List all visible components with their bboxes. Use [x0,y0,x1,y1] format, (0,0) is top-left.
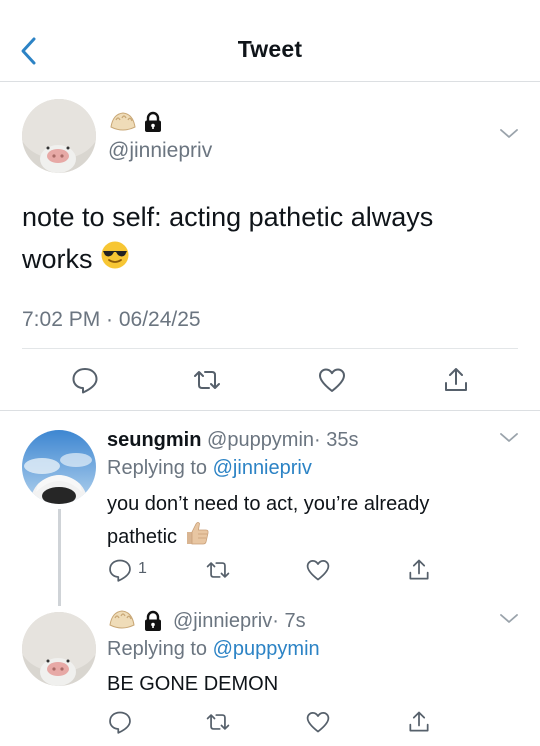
tweet-text-line: works [22,238,522,282]
thumbs-up-emoji-icon [183,519,211,556]
like-icon[interactable] [317,365,347,395]
reply-time: · 7s [272,610,306,632]
user-handle[interactable]: @jinniepriv [108,139,212,163]
replying-to-link[interactable]: @puppymin [213,638,320,660]
retweet-icon[interactable] [205,709,235,735]
header-divider [0,81,540,82]
like-icon[interactable] [305,557,335,583]
reply-count: 1 [138,560,147,577]
replying-to: Replying to @jinniepriv [107,457,312,480]
tweet-timestamp: 7:02 PM · 06/24/25 [22,308,201,331]
reply-button[interactable]: 1 [107,557,157,583]
dumpling-emoji-icon [109,110,137,134]
retweet-icon[interactable] [205,557,235,583]
reply-text: BE GONE DEMON [107,673,279,695]
lock-icon [143,111,163,133]
replying-to-label: Replying to [107,638,208,660]
replying-to: Replying to @puppymin [107,638,320,661]
reply-text-word: pathetic [107,525,178,548]
reply-icon[interactable] [107,709,137,735]
avatar[interactable] [22,612,96,686]
avatar[interactable] [22,99,96,173]
tweet-divider [0,410,540,411]
share-icon[interactable] [406,709,436,735]
chevron-down-icon[interactable] [498,612,520,626]
divider [22,348,518,349]
page-title: Tweet [237,36,303,62]
tweet-text-line: note to self: acting pathetic always [22,202,434,232]
reply-header: seungmin @puppymin· 35s [107,429,359,452]
replying-to-link[interactable]: @jinniepriv [213,457,312,479]
user-handle[interactable]: @jinniepriv [173,610,272,632]
reply-text: you don’t need to act, you’re already pa… [107,490,507,556]
chevron-down-icon[interactable] [498,431,520,445]
reply-icon[interactable] [70,365,100,395]
sunglasses-emoji-icon [100,240,130,282]
retweet-icon[interactable] [192,365,222,395]
share-icon[interactable] [406,557,436,583]
reply-time: · 35s [314,429,359,451]
tweet-text: note to self: acting pathetic always wor… [22,196,522,282]
thread-line [58,509,61,606]
tweet-text-word: works [22,244,93,274]
reply-text-line: you don’t need to act, you’re already [107,493,430,515]
reply-header: @jinniepriv· 7s [173,610,306,633]
lock-icon [143,610,163,632]
like-icon[interactable] [305,709,335,735]
chevron-down-icon[interactable] [498,127,520,141]
user-handle[interactable]: @puppymin [207,429,314,451]
share-icon[interactable] [441,365,471,395]
replying-to-label: Replying to [107,457,208,479]
display-name[interactable]: seungmin [107,429,201,451]
reply-text-line: pathetic [107,519,507,556]
dumpling-emoji-icon [108,608,136,632]
avatar[interactable] [22,430,96,504]
